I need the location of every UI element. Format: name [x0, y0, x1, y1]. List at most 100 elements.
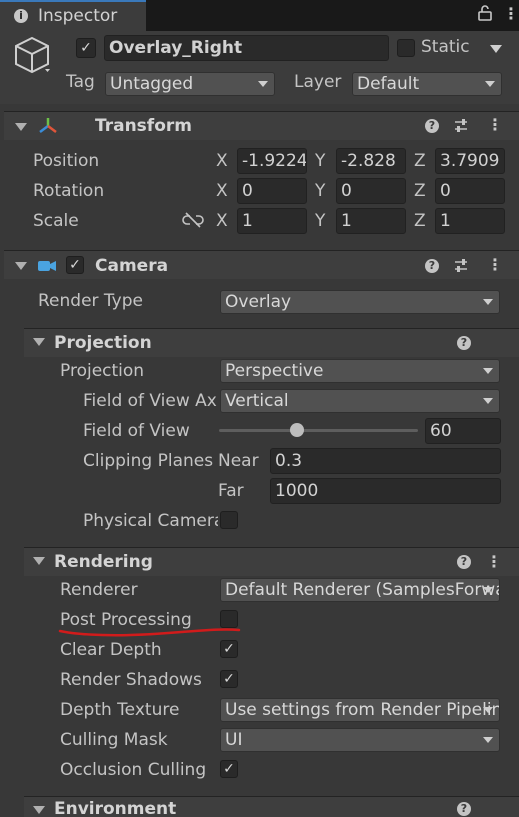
chevron-down-icon	[483, 368, 493, 374]
chevron-down-icon	[483, 737, 493, 743]
depth-texture-dropdown[interactable]: Use settings from Render Pipeline Asset	[220, 698, 500, 722]
help-icon[interactable]: ?	[425, 259, 439, 273]
axis-y-label[interactable]: Y	[315, 181, 325, 201]
static-checkbox[interactable]	[397, 39, 415, 57]
rotation-x-field[interactable]: 0	[237, 178, 307, 204]
render-shadows-checkbox[interactable]: ✓	[220, 670, 238, 688]
axis-y-label[interactable]: Y	[315, 151, 325, 171]
renderer-dropdown[interactable]: Default Renderer (SamplesForwardRenderer…	[220, 578, 500, 602]
preset-icon[interactable]	[453, 118, 469, 139]
fov-slider-thumb[interactable]	[289, 423, 304, 437]
far-clip-field[interactable]: 1000	[270, 478, 501, 504]
help-icon[interactable]: ?	[457, 555, 471, 569]
axis-x-label[interactable]: X	[216, 151, 228, 171]
component-menu-icon[interactable]: ⋮	[487, 257, 503, 273]
position-label: Position	[33, 151, 100, 171]
fov-axis-label: Field of View Axis	[83, 391, 217, 411]
renderer-label: Renderer	[60, 580, 138, 600]
check-icon: ✓	[69, 257, 81, 273]
axis-z-label[interactable]: Z	[414, 151, 426, 171]
object-name-input[interactable]: Overlay_Right	[104, 35, 389, 61]
chevron-down-icon	[483, 587, 493, 593]
fov-value-field[interactable]: 60	[425, 418, 501, 444]
position-x-field[interactable]: -1.9224	[237, 148, 307, 174]
camera-enabled-checkbox[interactable]: ✓	[66, 256, 84, 274]
layer-dropdown[interactable]: Default	[352, 72, 502, 96]
fov-label: Field of View	[83, 421, 190, 441]
chevron-down-icon	[483, 398, 493, 404]
position-z-field[interactable]: 3.7909	[435, 148, 505, 174]
culling-mask-dropdown[interactable]: UI	[220, 728, 500, 752]
preset-icon[interactable]	[453, 258, 469, 279]
axis-x-label[interactable]: X	[216, 211, 228, 231]
tab-inspector[interactable]: i Inspector	[0, 0, 146, 31]
help-icon[interactable]: ?	[425, 119, 439, 133]
foldout-icon[interactable]	[15, 262, 27, 270]
physical-camera-label: Physical Camera	[83, 511, 218, 531]
constrain-proportions-icon[interactable]	[182, 212, 204, 233]
projection-value: Perspective	[225, 361, 324, 381]
camera-header[interactable]: ✓ Camera ? ⋮	[4, 250, 519, 279]
active-checkbox[interactable]: ✓	[76, 38, 96, 58]
section-menu-icon[interactable]: ⋮	[486, 554, 502, 570]
tab-inspector-label: Inspector	[38, 6, 118, 26]
projection-label: Projection	[60, 361, 145, 381]
axis-z-label[interactable]: Z	[414, 211, 426, 231]
render-type-dropdown[interactable]: Overlay	[220, 290, 500, 314]
camera-title: Camera	[95, 256, 169, 276]
near-clip-field[interactable]: 0.3	[270, 448, 501, 474]
chevron-down-icon	[483, 707, 493, 713]
info-icon: i	[14, 9, 28, 23]
environment-section-title: Environment	[54, 799, 177, 817]
tag-dropdown[interactable]: Untagged	[105, 72, 275, 96]
static-dropdown-icon[interactable]	[490, 45, 502, 53]
help-icon[interactable]: ?	[457, 336, 471, 350]
rendering-section-title: Rendering	[54, 552, 153, 572]
check-icon: ✓	[80, 40, 92, 56]
projection-section-title: Projection	[54, 333, 152, 353]
transform-header[interactable]: Transform ? ⋮	[4, 111, 519, 140]
fov-axis-dropdown[interactable]: Vertical	[220, 389, 500, 413]
renderer-value: Default Renderer (SamplesForwardRenderer…	[225, 580, 499, 600]
occlusion-culling-label: Occlusion Culling	[60, 760, 207, 780]
help-icon[interactable]: ?	[457, 802, 471, 816]
environment-header[interactable]: Environment ?	[24, 796, 519, 817]
rotation-z-field[interactable]: 0	[435, 178, 505, 204]
clipping-planes-label: Clipping Planes	[83, 451, 214, 471]
tab-menu-icon[interactable]: ⋮	[503, 6, 519, 22]
fov-slider-track[interactable]	[219, 423, 418, 437]
rotation-y-field[interactable]: 0	[336, 178, 406, 204]
foldout-icon[interactable]	[33, 806, 45, 814]
gameobject-icon[interactable]	[12, 35, 56, 80]
scale-x-field[interactable]: 1	[237, 208, 307, 234]
scale-y-field[interactable]: 1	[336, 208, 406, 234]
foldout-icon[interactable]	[15, 123, 27, 131]
render-type-value: Overlay	[225, 292, 292, 312]
transform-title: Transform	[95, 116, 192, 136]
scale-z-field[interactable]: 1	[435, 208, 505, 234]
render-type-label: Render Type	[38, 291, 143, 311]
axis-x-label[interactable]: X	[216, 181, 228, 201]
position-y-field[interactable]: -2.828	[336, 148, 406, 174]
layer-label: Layer	[294, 72, 342, 92]
chevron-down-icon	[483, 299, 493, 305]
foldout-icon[interactable]	[33, 338, 45, 346]
projection-header[interactable]: Projection ?	[24, 328, 519, 357]
check-icon: ✓	[223, 671, 235, 687]
check-icon: ✓	[223, 641, 235, 657]
projection-dropdown[interactable]: Perspective	[220, 359, 500, 383]
clear-depth-checkbox[interactable]: ✓	[220, 640, 238, 658]
lock-icon[interactable]	[478, 5, 492, 25]
physical-camera-checkbox[interactable]	[220, 511, 238, 529]
chevron-down-icon	[258, 81, 268, 87]
axis-z-label[interactable]: Z	[414, 181, 426, 201]
tag-label: Tag	[66, 72, 95, 92]
foldout-icon[interactable]	[33, 557, 45, 565]
rendering-header[interactable]: Rendering ? ⋮	[24, 547, 519, 576]
component-menu-icon[interactable]: ⋮	[487, 117, 503, 133]
render-shadows-label: Render Shadows	[60, 670, 202, 690]
check-icon: ✓	[223, 761, 235, 777]
axis-y-label[interactable]: Y	[315, 211, 325, 231]
occlusion-culling-checkbox[interactable]: ✓	[220, 760, 238, 778]
far-label: Far	[218, 481, 244, 501]
